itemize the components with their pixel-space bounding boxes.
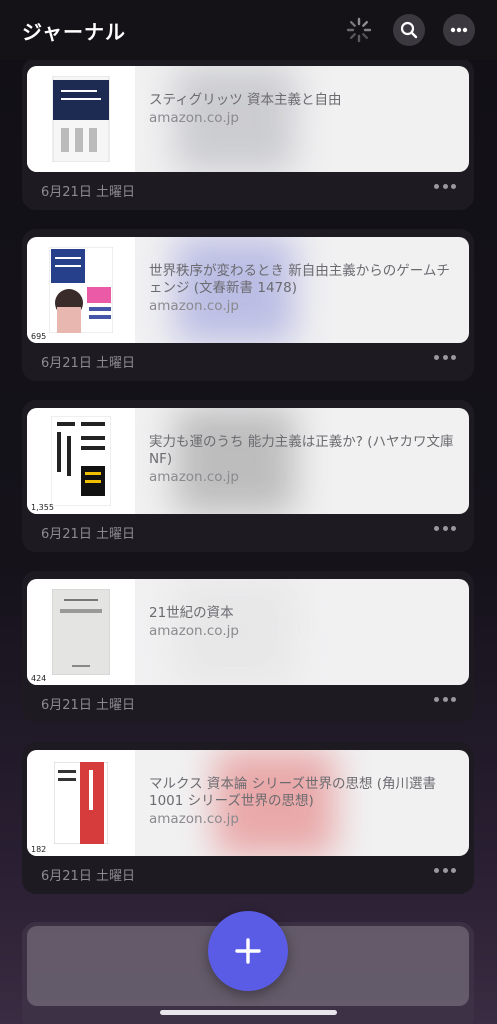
card-title: 世界秩序が変わるとき 新自由主義からのゲームチェンジ (文春新書 1478) <box>149 263 450 296</box>
home-indicator[interactable] <box>160 1010 337 1015</box>
book-thumbnail: 1,355 <box>27 408 135 514</box>
book-cover-icon <box>52 76 110 162</box>
card-body: 実力も運のうち 能力主義は正義か? (ハヤカワ文庫NF) amazon.co.j… <box>135 408 469 514</box>
link-card[interactable]: 424 21世紀の資本 amazon.co.jp <box>27 579 469 685</box>
view-count: 1,355 <box>31 503 54 512</box>
card-site: amazon.co.jp <box>149 298 239 314</box>
card-body: 世界秩序が変わるとき 新自由主義からのゲームチェンジ (文春新書 1478) a… <box>135 237 469 343</box>
app-header: ジャーナル <box>0 0 497 60</box>
journal-feed: スティグリッツ 資本主義と自由 amazon.co.jp 6月21日 土曜日 6… <box>0 0 497 1024</box>
loading-spinner-icon <box>343 14 375 46</box>
entry-more-icon[interactable] <box>434 868 456 874</box>
view-count: 182 <box>31 845 47 854</box>
entry-date: 6月21日 土曜日 <box>41 356 135 371</box>
entry-more-icon[interactable] <box>434 526 456 532</box>
book-cover-icon <box>51 416 111 506</box>
journal-entry[interactable]: 182 マルクス 資本論 シリーズ世界の思想 (角川選書1001 シリーズ世界の… <box>22 742 474 894</box>
card-body: 21世紀の資本 amazon.co.jp <box>135 579 469 685</box>
card-title: スティグリッツ 資本主義と自由 <box>149 92 342 108</box>
link-card[interactable]: 1,355 実力も運のうち 能力主義は正義か? (ハヤカワ文庫NF) amazo… <box>27 408 469 514</box>
journal-entry[interactable]: 1,355 実力も運のうち 能力主義は正義か? (ハヤカワ文庫NF) amazo… <box>22 400 474 552</box>
card-body: マルクス 資本論 シリーズ世界の思想 (角川選書1001 シリーズ世界の思想) … <box>135 750 469 856</box>
card-title: 21世紀の資本 <box>149 605 234 621</box>
card-site: amazon.co.jp <box>149 110 239 126</box>
plus-icon <box>235 938 261 964</box>
entry-date: 6月21日 土曜日 <box>41 869 135 884</box>
book-thumbnail: 424 <box>27 579 135 685</box>
more-options-button[interactable] <box>443 14 475 46</box>
card-title: マルクス 資本論 シリーズ世界の思想 (角川選書1001 シリーズ世界の思想) <box>149 776 437 809</box>
book-cover-icon <box>52 589 110 675</box>
entry-date: 6月21日 土曜日 <box>41 527 135 542</box>
entry-more-icon[interactable] <box>434 184 456 190</box>
card-site: amazon.co.jp <box>149 623 239 639</box>
search-button[interactable] <box>393 14 425 46</box>
book-thumbnail: 182 <box>27 750 135 856</box>
search-icon <box>400 21 418 39</box>
more-icon <box>450 27 468 33</box>
card-site: amazon.co.jp <box>149 469 239 485</box>
book-thumbnail <box>27 66 135 172</box>
entry-more-icon[interactable] <box>434 355 456 361</box>
card-site: amazon.co.jp <box>149 811 239 827</box>
entry-date: 6月21日 土曜日 <box>41 698 135 713</box>
journal-entry[interactable]: 695 世界秩序が変わるとき 新自由主義からのゲームチェンジ (文春新書 147… <box>22 229 474 381</box>
view-count: 424 <box>31 674 47 683</box>
view-count: 695 <box>31 332 47 341</box>
entry-more-icon[interactable] <box>434 697 456 703</box>
card-title: 実力も運のうち 能力主義は正義か? (ハヤカワ文庫NF) <box>149 434 454 467</box>
book-cover-icon <box>54 762 108 844</box>
journal-entry[interactable]: 424 21世紀の資本 amazon.co.jp 6月21日 土曜日 <box>22 571 474 723</box>
page-title: ジャーナル <box>22 19 126 44</box>
card-body: スティグリッツ 資本主義と自由 amazon.co.jp <box>135 66 469 172</box>
link-card[interactable]: 695 世界秩序が変わるとき 新自由主義からのゲームチェンジ (文春新書 147… <box>27 237 469 343</box>
link-card[interactable]: スティグリッツ 資本主義と自由 amazon.co.jp <box>27 66 469 172</box>
link-card[interactable]: 182 マルクス 資本論 シリーズ世界の思想 (角川選書1001 シリーズ世界の… <box>27 750 469 856</box>
book-thumbnail: 695 <box>27 237 135 343</box>
entry-date: 6月21日 土曜日 <box>41 185 135 200</box>
add-entry-button[interactable] <box>208 911 288 991</box>
journal-entry[interactable]: スティグリッツ 資本主義と自由 amazon.co.jp 6月21日 土曜日 <box>22 58 474 210</box>
book-cover-icon <box>49 247 113 333</box>
